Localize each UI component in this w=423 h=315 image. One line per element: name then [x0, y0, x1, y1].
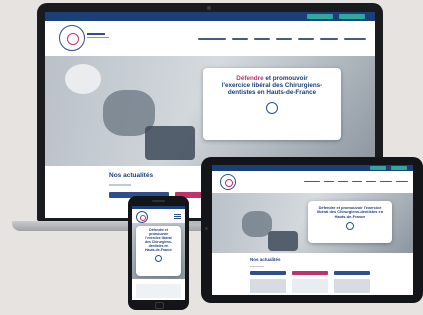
nav-item-2[interactable] [232, 38, 248, 40]
main-navigation [132, 209, 185, 223]
hero-card: Défendre et promouvoir l'exercice libéra… [203, 68, 341, 140]
main-navigation [45, 21, 375, 56]
hero-banner: Défendre et promouvoir l'exercice libéra… [45, 56, 375, 166]
news-filter[interactable] [250, 266, 264, 267]
logo-icon [266, 101, 278, 114]
top-bar-button-2[interactable] [391, 166, 407, 170]
hero-card: Défendre et promouvoir l'exercice libéra… [136, 226, 181, 276]
news-preview[interactable] [136, 284, 181, 298]
logo-text [87, 33, 105, 35]
news-card-2-image[interactable] [292, 279, 328, 293]
news-card-3[interactable] [334, 271, 370, 275]
top-bar-button-1[interactable] [307, 14, 333, 19]
logo-icon[interactable] [136, 211, 148, 223]
nav-item-4[interactable] [352, 181, 362, 182]
tablet-screen: Défendre et promouvoir l'exercice libéra… [212, 165, 413, 295]
nav-item-1[interactable] [198, 38, 226, 40]
hero-title-line-6: Hauts-de-France [145, 247, 172, 252]
hero-title-rest: et promouvoir [263, 75, 308, 82]
nav-item-4[interactable] [276, 38, 292, 40]
logo-icon[interactable] [59, 25, 85, 51]
hero-title-line-3: dentistes en Hauts-de-France [227, 89, 317, 97]
nav-item-6[interactable] [320, 38, 338, 40]
news-card-2[interactable] [292, 271, 328, 275]
phone-screen: Défendre et promouvoir l'exercice libéra… [132, 206, 185, 300]
nav-item-1[interactable] [304, 181, 320, 182]
top-bar-button-1[interactable] [370, 166, 386, 170]
nav-item-5[interactable] [298, 38, 314, 40]
news-section-title: Nos actualités [250, 257, 281, 262]
logo-subtext [87, 37, 109, 38]
top-bar [45, 12, 375, 21]
hero-title-accent: Défendre [236, 75, 264, 82]
news-card-1-image[interactable] [250, 279, 286, 293]
hero-banner: Défendre et promouvoir l'exercice libéra… [132, 223, 185, 279]
top-bar-button-2[interactable] [339, 14, 365, 19]
phone: Défendre et promouvoir l'exercice libéra… [128, 196, 189, 310]
device-mockup-scene: Défendre et promouvoir l'exercice libéra… [0, 0, 423, 315]
phone-speaker [152, 200, 165, 202]
home-button-icon[interactable] [155, 302, 164, 309]
main-navigation [212, 171, 413, 193]
logo-icon [155, 255, 162, 263]
nav-item-3[interactable] [338, 181, 348, 182]
hero-title-line-3: Hauts-de-France [334, 213, 366, 219]
logo-icon[interactable] [220, 174, 236, 190]
tablet: Défendre et promouvoir l'exercice libéra… [201, 157, 423, 303]
hero-title-line-2: l'exercice libéral des Chirurgiens- [221, 82, 323, 90]
hero-photo-equipment [268, 231, 298, 251]
nav-item-5[interactable] [366, 181, 376, 182]
hero-photo-equipment [145, 126, 195, 160]
nav-item-6[interactable] [380, 181, 392, 182]
menu-icon[interactable] [174, 214, 181, 215]
nav-item-2[interactable] [324, 181, 334, 182]
nav-item-3[interactable] [254, 38, 270, 40]
hero-banner: Défendre et promouvoir l'exercice libéra… [212, 193, 413, 253]
nav-item-7[interactable] [344, 38, 366, 40]
nav-item-7[interactable] [396, 181, 408, 182]
hero-photo-lamp [65, 64, 101, 94]
news-card-1[interactable] [250, 271, 286, 275]
hero-card: Défendre et promouvoir l'exercice libéra… [308, 201, 392, 243]
news-section-title: Nos actualités [109, 172, 154, 179]
webcam-icon [205, 227, 208, 230]
webcam-icon [207, 6, 211, 10]
news-card-3-image[interactable] [334, 279, 370, 293]
news-filter[interactable] [109, 184, 131, 186]
logo-icon [346, 222, 354, 231]
